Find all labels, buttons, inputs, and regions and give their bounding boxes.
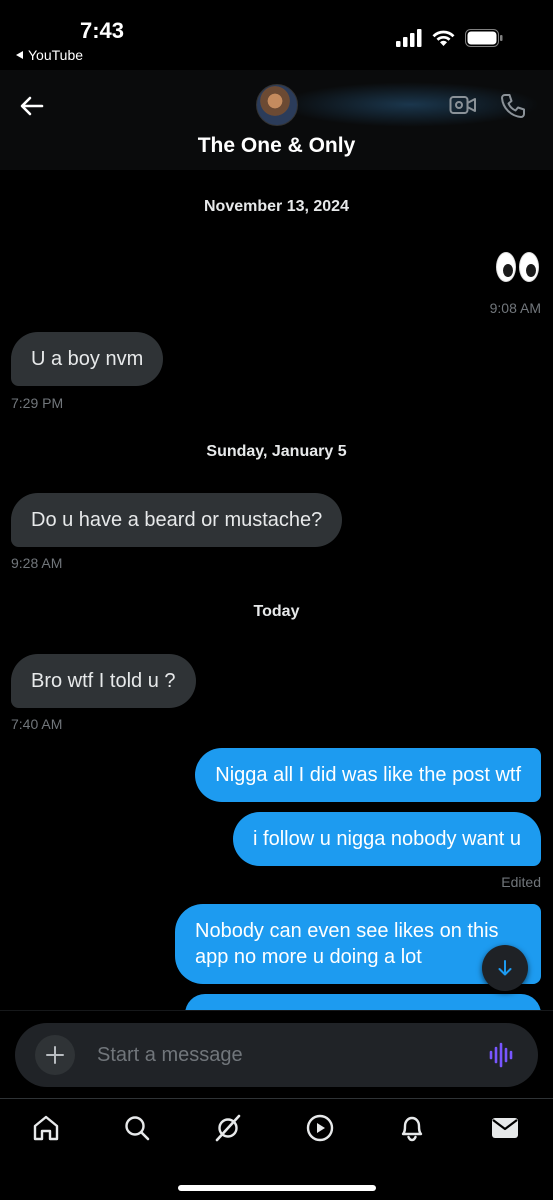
status-time: 7:43: [80, 18, 125, 43]
contact-avatar[interactable]: [256, 84, 298, 126]
date-separator: Sunday, January 5: [206, 443, 347, 460]
status-icons: [396, 29, 503, 47]
add-media-button[interactable]: [35, 1035, 75, 1075]
compose-bar: [15, 1023, 538, 1087]
eye-emoji-icon: [519, 252, 539, 282]
outgoing-message[interactable]: i follow u nigga nobody want u: [233, 812, 541, 866]
cellular-signal-icon: [396, 29, 422, 47]
incoming-message[interactable]: Do u have a beard or mustache?: [11, 493, 343, 547]
back-arrow-icon[interactable]: [18, 92, 46, 120]
incoming-message[interactable]: U a boy nvm: [11, 332, 164, 386]
video-icon[interactable]: [305, 1113, 335, 1143]
home-indicator[interactable]: [178, 1185, 376, 1191]
date-separator: Today: [253, 603, 300, 620]
home-icon[interactable]: [31, 1113, 61, 1143]
outgoing-message[interactable]: Nigga all I did was like the post wtf: [195, 748, 541, 802]
edited-label: Edited: [501, 874, 541, 890]
back-triangle-icon: [16, 51, 23, 59]
message-timestamp: 7:40 AM: [11, 716, 63, 732]
contact-name[interactable]: The One & Only: [0, 134, 553, 158]
compose-area: [0, 1010, 553, 1098]
eye-emoji-icon: [496, 252, 516, 282]
voice-message-icon[interactable]: [489, 1042, 515, 1068]
conversation-header: The One & Only: [0, 70, 553, 170]
video-call-icon[interactable]: [449, 93, 477, 117]
arrow-down-icon: [498, 960, 512, 976]
eyes-emoji-message[interactable]: [496, 252, 539, 282]
battery-icon: [465, 29, 503, 47]
date-separator: November 13, 2024: [204, 198, 349, 215]
plus-icon: [46, 1046, 64, 1064]
phone-call-icon[interactable]: [499, 92, 527, 120]
messages-icon[interactable]: [490, 1113, 520, 1143]
status-bar: 7:43 YouTube: [0, 0, 553, 70]
scroll-to-bottom-button[interactable]: [482, 945, 528, 991]
wifi-icon: [432, 30, 455, 46]
bottom-tab-bar: [0, 1098, 553, 1200]
message-input[interactable]: [97, 1039, 457, 1071]
grok-icon[interactable]: [213, 1113, 243, 1143]
message-timestamp: 7:29 PM: [11, 395, 64, 411]
message-timestamp: 9:28 AM: [11, 555, 63, 571]
notifications-icon[interactable]: [397, 1113, 427, 1143]
incoming-message[interactable]: Bro wtf I told u ?: [11, 654, 196, 708]
back-app-label: YouTube: [28, 47, 84, 63]
message-timestamp: 9:08 AM: [489, 300, 541, 316]
search-icon[interactable]: [122, 1113, 152, 1143]
back-to-app-link[interactable]: YouTube: [16, 47, 83, 63]
